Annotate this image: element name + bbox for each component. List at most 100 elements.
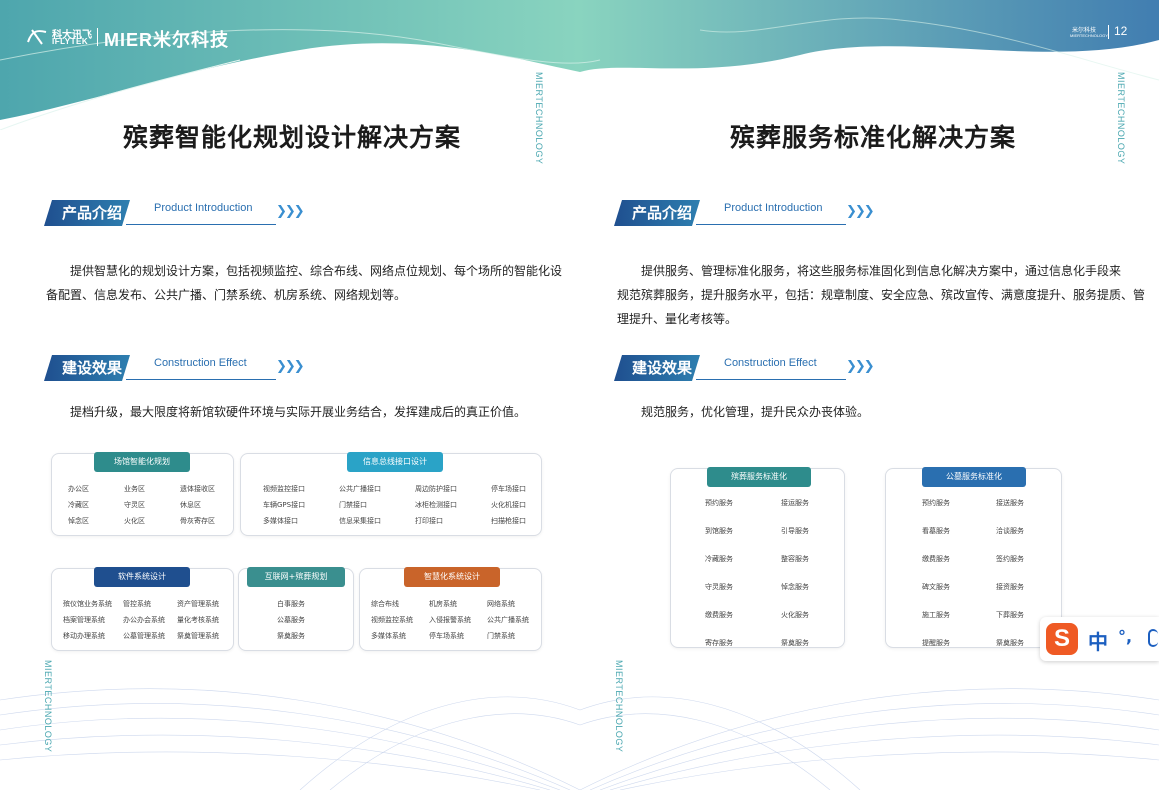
left-intro-line1: 提供智慧化的规划设计方案，包括视频监控、综合布线、网络点位规划、每个场所的智能化… (70, 264, 563, 278)
grid-item: 量化考核系统 (177, 616, 219, 624)
grid-item: 祭奠服务 (277, 632, 305, 640)
card-title: 公墓服务标准化 (922, 467, 1026, 487)
section-en-title: Construction Effect (154, 357, 247, 369)
chevrons-right-icon: ❯❯❯ (276, 359, 305, 374)
grid-item: 引导服务 (781, 527, 809, 535)
grid-item: 信息采集接口 (339, 517, 381, 525)
grid-item: 办公办会系统 (123, 616, 165, 624)
grid-item: 守灵区 (124, 501, 145, 509)
grid-item: 下葬服务 (996, 611, 1024, 619)
grid-item: 提醒服务 (922, 639, 950, 647)
left-section-product-intro: 产品介绍 Product Introduction ❯❯❯ (44, 200, 314, 228)
grid-item: 多媒体系统 (371, 632, 406, 640)
logo-en: IFLYTEK (52, 37, 89, 46)
grid-item: 整容服务 (781, 555, 809, 563)
card-title: 殡葬服务标准化 (707, 467, 811, 487)
grid-item: 办公区 (68, 485, 89, 493)
sogou-logo-icon[interactable]: S (1046, 623, 1078, 655)
grid-item: 资产管理系统 (177, 600, 219, 608)
grid-item: 视频监控接口 (263, 485, 305, 493)
section-tag: 产品介绍 (614, 200, 700, 226)
grid-item: 视频监控系统 (371, 616, 413, 624)
grid-item: 白事服务 (277, 600, 305, 608)
grid-item: 悼念区 (68, 517, 89, 525)
grid-item: 接运服务 (781, 499, 809, 507)
grid-item: 守灵服务 (705, 583, 733, 591)
grid-item: 门禁接口 (339, 501, 367, 509)
bottom-wave-decoration (0, 688, 1159, 790)
right-intro-line1: 提供服务、管理标准化服务，将这些服务标准固化到信息化解决方案中，通过信息化手段来 (641, 264, 1122, 278)
grid-item: 休息区 (180, 501, 201, 509)
grid-item: 网络系统 (487, 600, 515, 608)
ime-punctuation-toggle[interactable]: °, (1118, 627, 1132, 646)
grid-item: 寄存服务 (705, 639, 733, 647)
left-page-title: 殡葬智能化规划设计解决方案 (123, 123, 462, 152)
grid-item: 打印接口 (415, 517, 443, 525)
card-bus-interface: 信息总线接口设计 视频监控接口 公共广播接口 周边防护接口 停车场接口 车辆GP… (240, 452, 542, 536)
grid-item: 门禁系统 (487, 632, 515, 640)
card-title: 智慧化系统设计 (404, 567, 500, 587)
card-title: 软件系统设计 (94, 567, 190, 587)
right-page-title: 殡葬服务标准化解决方案 (730, 123, 1017, 152)
grid-item: 档案管理系统 (63, 616, 105, 624)
card-internet-funeral: 互联网+殡葬规划 白事服务 公墓服务 祭奠服务 (238, 567, 354, 651)
card-title: 信息总线接口设计 (347, 452, 443, 472)
grid-item: 签约服务 (996, 555, 1024, 563)
left-effect-text: 提档升级，最大限度将新馆软硬件环境与实际开展业务结合，发挥建成后的真正价值。 (70, 405, 527, 419)
section-underline (126, 224, 276, 225)
side-label-right-bottom: MIERTECHNOLOGY (614, 660, 624, 753)
grid-item: 火化区 (124, 517, 145, 525)
grid-item: 祭奠管理系统 (177, 632, 219, 640)
card-items: 殡仪馆业务系统 管控系统 资产管理系统 档案管理系统 办公办会系统 量化考核系统… (63, 599, 237, 641)
grid-item: 周边防护接口 (415, 485, 457, 493)
ime-toolbar[interactable]: S 中 °, (1040, 617, 1159, 661)
page-header-right: 米尔科技 MIERTECHNOLOGY 12 (1066, 24, 1146, 44)
ime-mode-chinese[interactable]: 中 (1088, 626, 1108, 655)
microphone-icon[interactable] (1148, 629, 1158, 647)
grid-item: 入侵报警系统 (429, 616, 471, 624)
right-intro-line2: 规范殡葬服务，提升服务水平，包括：规章制度、安全应急、殡改宣传、满意度提升、服务… (617, 288, 1146, 302)
grid-item: 看墓服务 (922, 527, 950, 535)
card-items: 预约服务 接运服务 到馆服务 引导服务 冷藏服务 整容服务 守灵服务 悼念服务 … (705, 498, 831, 648)
section-underline (696, 379, 846, 380)
grid-item: 业务区 (124, 485, 145, 493)
right-section-product-intro: 产品介绍 Product Introduction ❯❯❯ (614, 200, 884, 228)
card-venue-planning: 场馆智能化规划 办公区 业务区 遗体接收区 冷藏区 守灵区 休息区 悼念区 火化… (51, 452, 236, 536)
grid-item: 公墓服务 (277, 616, 305, 624)
section-tag: 产品介绍 (44, 200, 130, 226)
card-items: 白事服务 公墓服务 祭奠服务 (277, 599, 337, 641)
section-underline (696, 224, 846, 225)
card-software-design: 软件系统设计 殡仪馆业务系统 管控系统 资产管理系统 档案管理系统 办公办会系统… (51, 567, 237, 651)
grid-item: 车辆GPS接口 (263, 501, 306, 509)
section-tag: 建设效果 (44, 355, 130, 381)
logo-divider (97, 28, 98, 46)
section-en-title: Product Introduction (724, 202, 823, 214)
side-label-right-top: MIERTECHNOLOGY (1116, 72, 1126, 165)
grid-item: 接资服务 (996, 583, 1024, 591)
top-wave-decoration (0, 0, 1159, 130)
chevrons-right-icon: ❯❯❯ (276, 204, 305, 219)
chevrons-right-icon: ❯❯❯ (846, 359, 875, 374)
card-title: 互联网+殡葬规划 (247, 567, 345, 587)
grid-item: 到馆服务 (705, 527, 733, 535)
grid-item: 冷藏服务 (705, 555, 733, 563)
card-items: 综合布线 机房系统 网络系统 视频监控系统 入侵报警系统 公共广播系统 多媒体系… (371, 599, 543, 641)
grid-item: 祭奠服务 (996, 639, 1024, 647)
iflytek-logo-icon (27, 29, 47, 45)
grid-item: 祭奠服务 (781, 639, 809, 647)
card-title: 场馆智能化规划 (94, 452, 190, 472)
grid-item: 冷藏区 (68, 501, 89, 509)
page-brand-en: MIERTECHNOLOGY (1070, 33, 1108, 38)
grid-item: 洽谈服务 (996, 527, 1024, 535)
grid-item: 缴费服务 (922, 555, 950, 563)
section-tag: 建设效果 (614, 355, 700, 381)
grid-item: 预约服务 (705, 499, 733, 507)
right-section-construction-effect: 建设效果 Construction Effect ❯❯❯ (614, 355, 884, 383)
card-items: 办公区 业务区 遗体接收区 冷藏区 守灵区 休息区 悼念区 火化区 骨灰寄存区 (68, 484, 236, 526)
left-intro-line2: 备配置、信息发布、公共广播、门禁系统、机房系统、网络规划等。 (46, 288, 407, 302)
grid-item: 扫描枪接口 (491, 517, 526, 525)
card-cemetery-service-std: 公墓服务标准化 预约服务 接送服务 看墓服务 洽谈服务 缴费服务 签约服务 碑文… (885, 467, 1062, 648)
section-en-title: Product Introduction (154, 202, 253, 214)
mier-brand: MIER米尔科技 (104, 30, 229, 50)
page-number: 12 (1114, 24, 1128, 38)
